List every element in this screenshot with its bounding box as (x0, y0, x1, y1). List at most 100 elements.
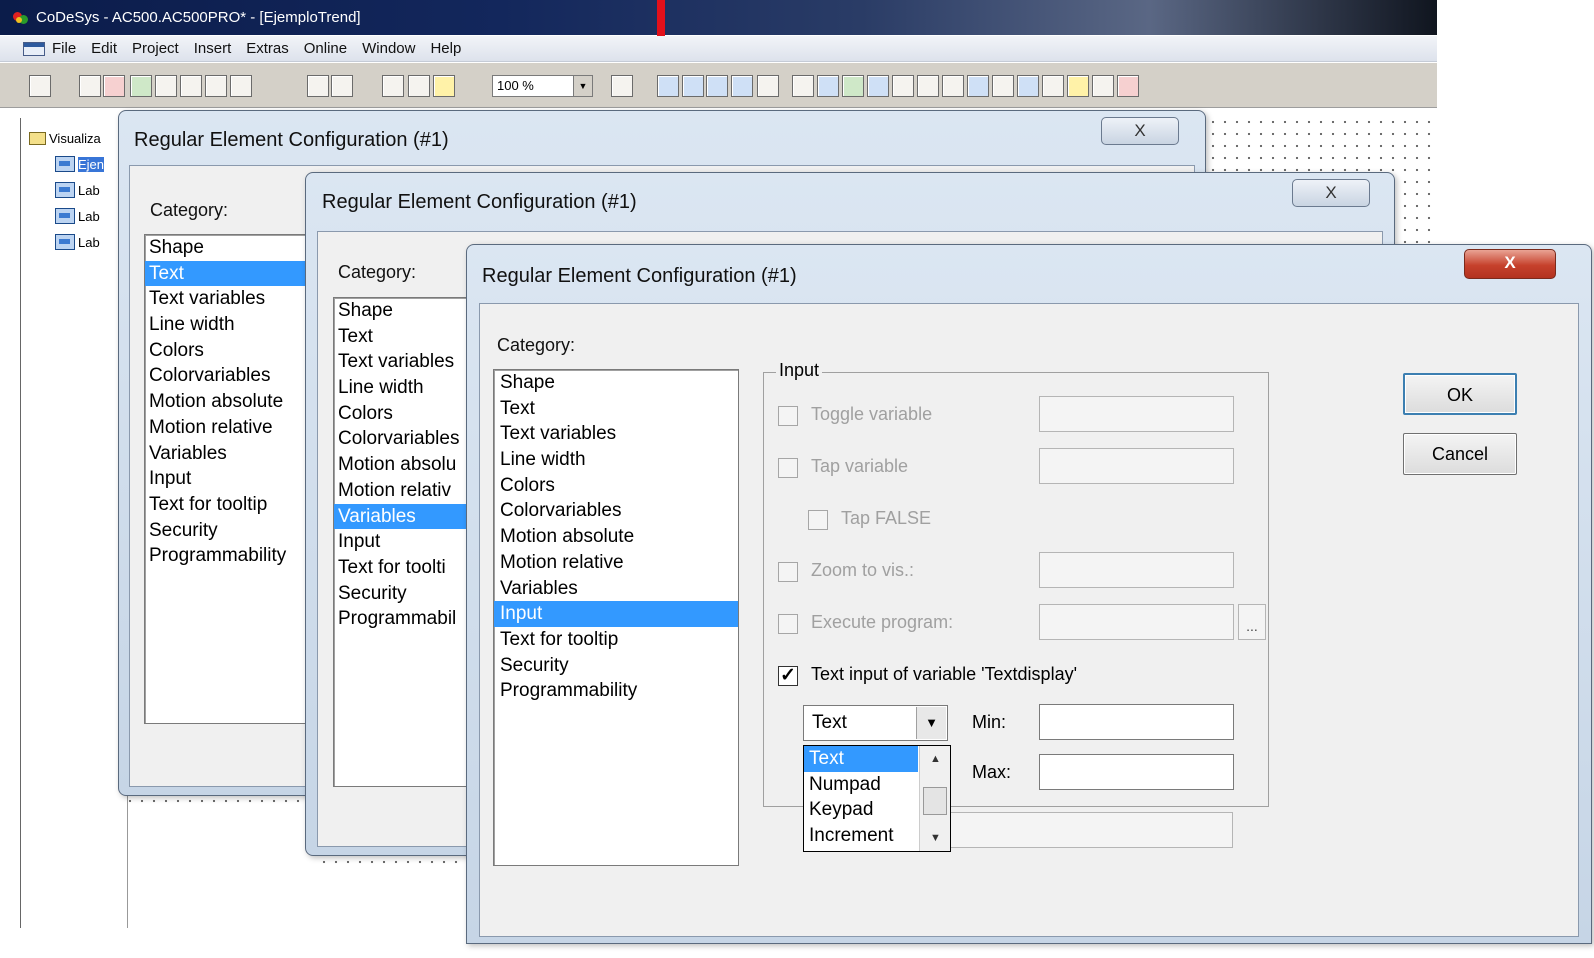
save-icon[interactable] (29, 75, 51, 97)
activex-tool-icon[interactable] (1017, 75, 1039, 97)
paste-icon[interactable] (433, 75, 455, 97)
tree-root[interactable]: Visualiza (29, 128, 101, 148)
dropdown-option[interactable]: Increment (804, 823, 918, 849)
tree-item-ejemplotrend[interactable]: Ejen (55, 154, 105, 174)
bitmap-tool-icon[interactable] (817, 75, 839, 97)
menu-online[interactable]: Online (304, 40, 347, 57)
category-item[interactable]: Colors (494, 473, 738, 499)
execute-program-browse-button[interactable]: ... (1238, 604, 1266, 640)
menu-edit[interactable]: Edit (91, 40, 117, 57)
scrollbar-tool-icon[interactable] (1042, 75, 1064, 97)
tap-variable-checkbox[interactable] (778, 458, 798, 478)
zoom-to-vis-field[interactable] (1039, 552, 1234, 588)
toggle-variable-checkbox[interactable] (778, 406, 798, 426)
zoom-dropdown-icon[interactable]: ▼ (573, 75, 593, 97)
tree-item[interactable]: Lab (55, 180, 100, 200)
document-system-menu-icon[interactable] (23, 41, 45, 56)
toggle-variable-field[interactable] (1039, 396, 1234, 432)
dropdown-option-selected[interactable]: Text (804, 746, 918, 772)
category-item[interactable]: Motion relative (494, 550, 738, 576)
wmf-tool-icon[interactable] (917, 75, 939, 97)
zoom-to-vis-checkbox[interactable] (778, 562, 798, 582)
meter-tool-icon[interactable] (1067, 75, 1089, 97)
trend-tool-icon[interactable] (967, 75, 989, 97)
tap-variable-field[interactable] (1039, 448, 1234, 484)
ok-button[interactable]: OK (1403, 373, 1517, 415)
dialog-3-close-button[interactable]: X (1464, 249, 1556, 279)
login-icon[interactable] (155, 75, 177, 97)
menu-file[interactable]: File (52, 40, 76, 57)
ok-button-tool-icon[interactable] (892, 75, 914, 97)
category-item[interactable]: Text for tooltip (494, 627, 738, 653)
zoom-select[interactable]: 100 % (492, 75, 574, 97)
category-item[interactable]: Security (494, 653, 738, 679)
category-item[interactable]: Security (145, 518, 318, 544)
dialog-2-close-button[interactable]: X (1292, 179, 1370, 207)
dialog-3-category-list[interactable]: Shape Text Text variables Line width Col… (493, 369, 739, 866)
tree-item[interactable]: Lab (55, 206, 100, 226)
rounded-rectangle-tool-icon[interactable] (682, 75, 704, 97)
scroll-down-icon[interactable]: ▼ (920, 827, 951, 849)
menu-help[interactable]: Help (430, 40, 461, 57)
tap-false-checkbox[interactable] (808, 510, 828, 530)
execute-program-checkbox[interactable] (778, 614, 798, 634)
cancel-button[interactable]: Cancel (1403, 433, 1517, 475)
menu-window[interactable]: Window (362, 40, 415, 57)
table-tool-icon[interactable] (942, 75, 964, 97)
find-icon[interactable] (230, 75, 252, 97)
dropdown-option[interactable]: Keypad (804, 797, 918, 823)
category-item[interactable]: Variables (494, 576, 738, 602)
ellipse-tool-icon[interactable] (706, 75, 728, 97)
dropdown-scrollbar[interactable]: ▲ ▼ (919, 746, 950, 851)
button-tool-icon[interactable] (867, 75, 889, 97)
category-item[interactable]: Motion absolute (494, 524, 738, 550)
menu-project[interactable]: Project (132, 40, 179, 57)
cut-icon[interactable] (307, 75, 329, 97)
print-preview-icon[interactable] (205, 75, 227, 97)
category-item[interactable]: Shape (494, 370, 738, 396)
step-icon[interactable] (130, 75, 152, 97)
category-item[interactable]: Colorvariables (145, 363, 318, 389)
min-field[interactable] (1039, 704, 1234, 740)
category-item[interactable]: Text (494, 396, 738, 422)
polygon-tool-icon[interactable] (731, 75, 753, 97)
category-item[interactable]: Text variables (145, 286, 318, 312)
scroll-up-icon[interactable]: ▲ (920, 748, 951, 770)
tree-item[interactable]: Lab (55, 232, 100, 252)
category-item[interactable]: Motion relative (145, 415, 318, 441)
dialog-1-category-list[interactable]: Shape Text Text variables Line width Col… (144, 234, 319, 724)
print-icon[interactable] (180, 75, 202, 97)
category-item-selected[interactable]: Input (494, 601, 738, 627)
category-item[interactable]: Colorvariables (494, 498, 738, 524)
polyline-tool-icon[interactable] (757, 75, 779, 97)
scroll-thumb[interactable] (923, 787, 947, 815)
input-type-combobox[interactable]: Text ▼ (803, 705, 948, 741)
curve-tool-icon[interactable] (792, 75, 814, 97)
category-item[interactable]: Variables (145, 441, 318, 467)
build-icon[interactable] (79, 75, 101, 97)
bar-display-tool-icon[interactable] (1092, 75, 1114, 97)
dropdown-option[interactable]: Numpad (804, 772, 918, 798)
category-item[interactable]: Text variables (494, 421, 738, 447)
category-item[interactable]: Input (145, 466, 318, 492)
category-item-selected[interactable]: Text (145, 260, 318, 287)
grid-table-tool-icon[interactable] (992, 75, 1014, 97)
text-input-checkbox[interactable]: ✓ (778, 665, 798, 686)
input-type-dropdown-list[interactable]: Text Numpad Keypad Increment ▲ ▼ (803, 745, 951, 852)
menu-extras[interactable]: Extras (246, 40, 289, 57)
histogram-tool-icon[interactable] (1117, 75, 1139, 97)
category-item[interactable]: Line width (145, 312, 318, 338)
select-pointer-icon[interactable] (611, 75, 633, 97)
max-field[interactable] (1039, 754, 1234, 790)
category-item[interactable]: Line width (494, 447, 738, 473)
category-item[interactable]: Programmability (145, 543, 318, 569)
category-item[interactable]: Motion absolute (145, 389, 318, 415)
visualization-tool-icon[interactable] (842, 75, 864, 97)
cut-icon-2[interactable] (382, 75, 404, 97)
category-item[interactable]: Colors (145, 338, 318, 364)
category-item[interactable]: Shape (145, 235, 318, 261)
copy-icon-2[interactable] (408, 75, 430, 97)
copy-icon[interactable] (331, 75, 353, 97)
category-item[interactable]: Programmability (494, 678, 738, 704)
rectangle-tool-icon[interactable] (657, 75, 679, 97)
